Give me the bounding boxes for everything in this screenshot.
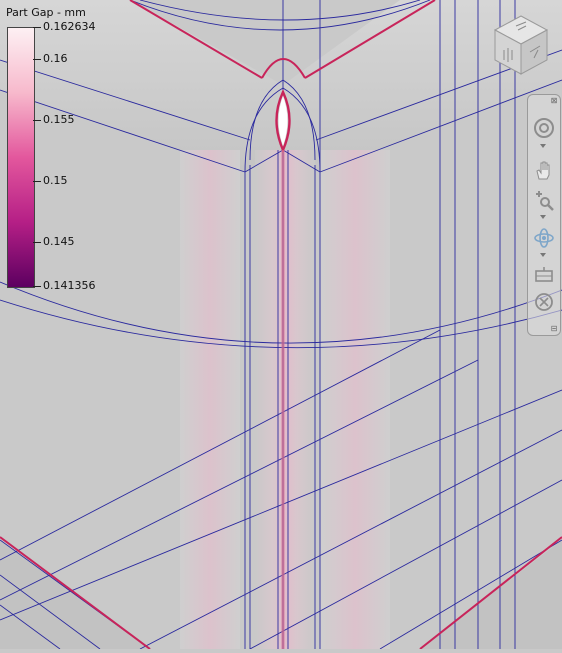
legend-title: Part Gap - mm bbox=[6, 6, 86, 19]
legend-tick-label: 0.141356 bbox=[43, 279, 96, 292]
view-cube[interactable] bbox=[490, 12, 552, 78]
steering-wheel-icon[interactable] bbox=[531, 115, 557, 141]
zoom-icon[interactable] bbox=[531, 187, 557, 213]
orbit-dropdown[interactable] bbox=[540, 253, 546, 257]
legend-colorbar bbox=[7, 27, 35, 288]
navbar-minimize-button[interactable]: ⊟ bbox=[550, 325, 558, 333]
legend-tick-label: 0.16 bbox=[43, 52, 68, 66]
steering-wheel-dropdown[interactable] bbox=[540, 144, 546, 148]
navigation-bar: ⊠ ⊟ bbox=[527, 94, 561, 336]
color-legend: Part Gap - mm 0.162634 0.16 0.155 0.15 0.145… bbox=[0, 0, 100, 300]
legend-tick-mark bbox=[33, 27, 41, 28]
legend-tick-mark bbox=[33, 120, 41, 122]
hand-icon[interactable] bbox=[531, 157, 557, 183]
legend-tick-mark bbox=[33, 59, 41, 61]
zoom-dropdown[interactable] bbox=[540, 215, 546, 219]
legend-tick-label: 0.145 bbox=[43, 234, 75, 248]
legend-tick-label: 0.155 bbox=[43, 113, 75, 127]
orbit-icon[interactable] bbox=[531, 225, 557, 251]
legend-tick-mark bbox=[33, 241, 41, 243]
show-motion-icon[interactable] bbox=[531, 289, 557, 315]
legend-tick-mark bbox=[33, 286, 41, 287]
legend-tick-label: 0.15 bbox=[43, 174, 68, 188]
legend-tick-mark bbox=[33, 181, 41, 183]
look-at-icon[interactable] bbox=[531, 263, 557, 289]
legend-tick-label: 0.162634 bbox=[43, 20, 96, 33]
navbar-close-button[interactable]: ⊠ bbox=[550, 97, 558, 105]
